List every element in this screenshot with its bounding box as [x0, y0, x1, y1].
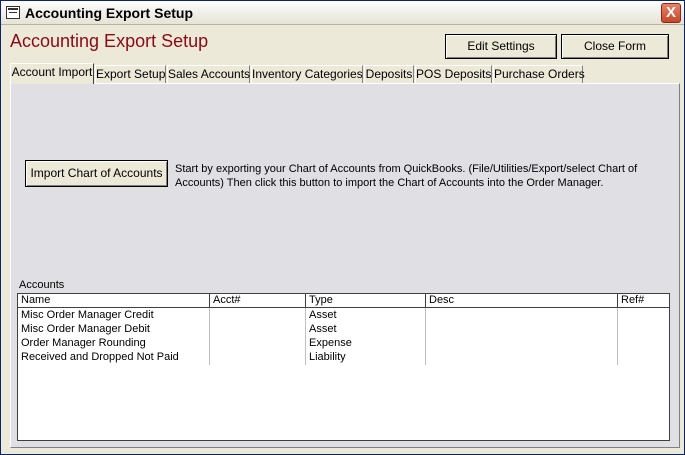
tab-export-setup[interactable]: Export Setup [95, 65, 166, 83]
row-acct [210, 308, 304, 322]
row-desc [426, 308, 616, 322]
accounts-label: Accounts [19, 279, 65, 291]
row-ref [618, 350, 668, 364]
row-name: Received and Dropped Not Paid [21, 351, 179, 363]
row-ref [618, 336, 668, 350]
accounts-list[interactable]: Name Acct# Type Desc Ref# Misc Order Man… [17, 293, 670, 441]
tab-purchase-orders[interactable]: Purchase Orders [493, 65, 585, 83]
accounting-export-window: Accounting Export Setup X Accounting Exp… [0, 0, 685, 455]
row-desc [426, 336, 616, 350]
row-type: Expense [309, 337, 352, 349]
tab-strip: Account Import Export Setup Sales Accoun… [10, 63, 680, 84]
tab-sales-accounts[interactable]: Sales Accounts [167, 65, 250, 83]
title-bar[interactable]: Accounting Export Setup X [1, 1, 684, 25]
row-acct [210, 322, 304, 336]
row-type: Asset [309, 309, 337, 321]
import-instructions: Start by exporting your Chart of Account… [175, 163, 638, 189]
row-acct [210, 350, 304, 364]
column-header-ref[interactable]: Ref# [618, 294, 669, 308]
column-header-type[interactable]: Type [306, 294, 426, 308]
edit-settings-button[interactable]: Edit Settings [445, 34, 557, 59]
row-name: Misc Order Manager Credit [21, 309, 154, 321]
row-ref [618, 308, 668, 322]
row-desc [426, 322, 616, 336]
close-form-button[interactable]: Close Form [561, 34, 669, 59]
row-type: Asset [309, 323, 337, 335]
tab-inventory-categories[interactable]: Inventory Categories [251, 65, 363, 83]
form-icon [6, 6, 20, 19]
column-header-desc[interactable]: Desc [426, 294, 618, 308]
window-title: Accounting Export Setup [25, 5, 193, 21]
window-close-button[interactable]: X [661, 3, 681, 23]
row-ref [618, 322, 668, 336]
column-header-acct[interactable]: Acct# [210, 294, 306, 308]
page-title: Accounting Export Setup [10, 31, 209, 51]
column-header-name[interactable]: Name [18, 294, 210, 308]
row-type: Liability [309, 351, 346, 363]
row-acct [210, 336, 304, 350]
row-name: Misc Order Manager Debit [21, 323, 150, 335]
row-name: Order Manager Rounding [21, 337, 146, 349]
tab-deposits[interactable]: Deposits [364, 65, 414, 83]
tab-pos-deposits[interactable]: POS Deposits [415, 65, 492, 83]
import-chart-of-accounts-button[interactable]: Import Chart of Accounts [25, 160, 168, 187]
row-desc [426, 350, 616, 364]
tab-account-import[interactable]: Account Import [10, 63, 94, 84]
